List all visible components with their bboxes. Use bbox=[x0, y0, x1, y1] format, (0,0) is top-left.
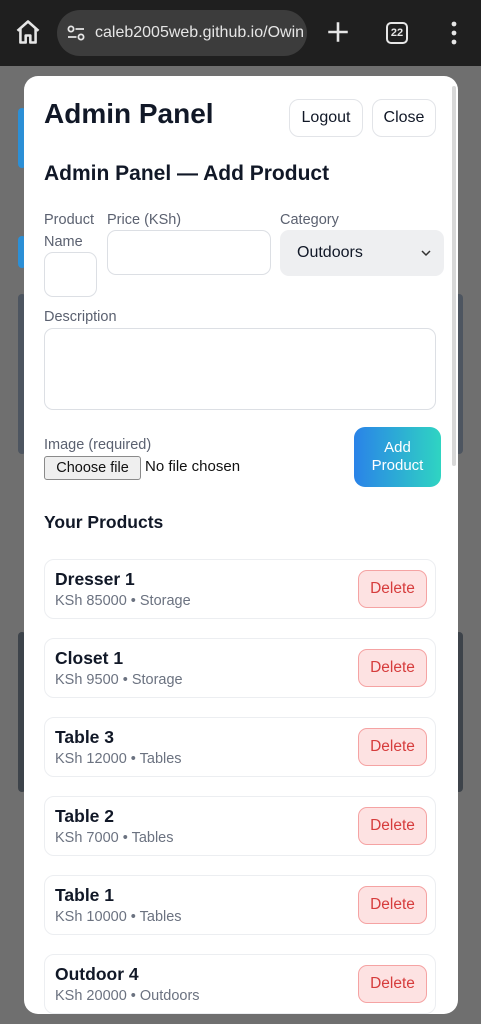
price-input[interactable] bbox=[107, 230, 271, 275]
close-button[interactable]: Close bbox=[372, 99, 436, 137]
delete-button[interactable]: Delete bbox=[358, 570, 427, 608]
your-products-heading: Your Products bbox=[44, 512, 164, 532]
address-bar[interactable]: caleb2005web.github.io/Owin bbox=[57, 10, 307, 56]
product-name: Table 2 bbox=[55, 806, 115, 826]
add-product-button[interactable]: Add Product bbox=[354, 427, 441, 487]
modal-scrollbar[interactable] bbox=[452, 86, 456, 466]
admin-panel-modal: Admin Panel Logout Close Admin Panel — A… bbox=[24, 76, 458, 1014]
delete-button[interactable]: Delete bbox=[358, 649, 427, 687]
product-meta: KSh 10000 • Tables bbox=[55, 909, 182, 925]
form-title: Admin Panel — Add Product bbox=[44, 162, 330, 185]
product-name-label-line1: Product bbox=[44, 212, 94, 228]
product-name: Table 3 bbox=[55, 727, 115, 747]
category-selected-value: Outdoors bbox=[297, 244, 363, 261]
new-tab-icon[interactable] bbox=[325, 19, 351, 45]
product-card: Table 1 KSh 10000 • Tables Delete bbox=[44, 875, 436, 935]
product-meta: KSh 85000 • Storage bbox=[55, 593, 191, 609]
product-name-input[interactable] bbox=[44, 252, 97, 297]
add-product-label-line2: Product bbox=[371, 457, 424, 474]
product-card: Table 3 KSh 12000 • Tables Delete bbox=[44, 717, 436, 777]
product-meta: KSh 9500 • Storage bbox=[55, 672, 183, 688]
category-label: Category bbox=[280, 212, 339, 228]
logout-button[interactable]: Logout bbox=[289, 99, 363, 137]
product-card: Outdoor 4 KSh 20000 • Outdoors Delete bbox=[44, 954, 436, 1014]
description-label: Description bbox=[44, 309, 117, 325]
choose-file-button[interactable]: Choose file bbox=[44, 456, 141, 480]
product-card: Closet 1 KSh 9500 • Storage Delete bbox=[44, 638, 436, 698]
browser-toolbar: caleb2005web.github.io/Owin 22 bbox=[0, 0, 481, 66]
product-name: Closet 1 bbox=[55, 648, 124, 668]
file-status-text: No file chosen bbox=[145, 458, 241, 475]
product-meta: KSh 12000 • Tables bbox=[55, 751, 182, 767]
chevron-down-icon bbox=[421, 250, 431, 257]
delete-button[interactable]: Delete bbox=[358, 965, 427, 1003]
delete-button[interactable]: Delete bbox=[358, 886, 427, 924]
delete-button[interactable]: Delete bbox=[358, 728, 427, 766]
product-name: Outdoor 4 bbox=[55, 964, 139, 984]
product-meta: KSh 20000 • Outdoors bbox=[55, 988, 200, 1004]
product-card: Dresser 1 KSh 85000 • Storage Delete bbox=[44, 559, 436, 619]
tab-switcher-button[interactable]: 22 bbox=[386, 22, 408, 44]
panel-title: Admin Panel bbox=[44, 98, 214, 129]
product-name: Dresser 1 bbox=[55, 569, 135, 589]
category-select[interactable]: Outdoors bbox=[280, 230, 444, 276]
home-icon[interactable] bbox=[14, 18, 42, 46]
image-label: Image (required) bbox=[44, 437, 152, 453]
delete-button[interactable]: Delete bbox=[358, 807, 427, 845]
product-name: Table 1 bbox=[55, 885, 115, 905]
product-meta: KSh 7000 • Tables bbox=[55, 830, 174, 846]
product-name-label: Product Name bbox=[44, 209, 94, 253]
product-card: Table 2 KSh 7000 • Tables Delete bbox=[44, 796, 436, 856]
product-name-label-line2: Name bbox=[44, 234, 83, 250]
site-settings-icon[interactable] bbox=[66, 23, 86, 43]
more-menu-icon[interactable] bbox=[444, 20, 464, 46]
price-label: Price (KSh) bbox=[107, 212, 182, 228]
description-textarea[interactable] bbox=[44, 328, 436, 410]
add-product-label-line1: Add bbox=[384, 439, 411, 456]
url-text: caleb2005web.github.io/Owin bbox=[95, 24, 305, 41]
